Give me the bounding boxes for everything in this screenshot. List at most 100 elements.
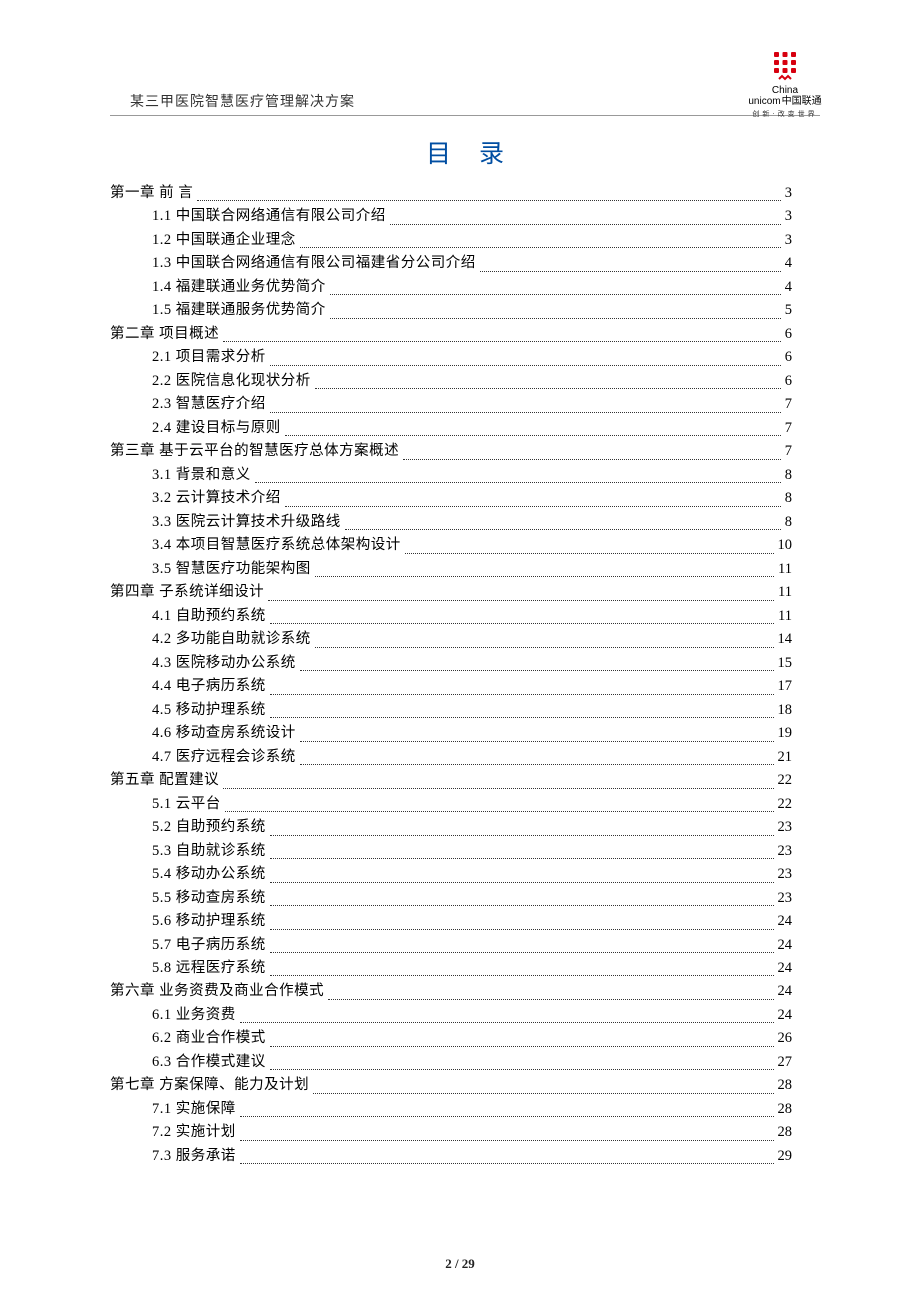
toc-entry-page: 3 xyxy=(783,229,792,252)
toc-entry[interactable]: 6.3 合作模式建议27 xyxy=(110,1051,792,1074)
toc-entry[interactable]: 5.2 自助预约系统23 xyxy=(110,816,792,839)
toc-entry[interactable]: 第五章 配置建议22 xyxy=(110,769,792,792)
toc-dot-leader xyxy=(315,558,774,577)
toc-entry-page: 28 xyxy=(776,1098,793,1121)
toc-entry[interactable]: 5.8 远程医疗系统24 xyxy=(110,957,792,980)
toc-entry[interactable]: 4.1 自助预约系统11 xyxy=(110,605,792,628)
toc-entry-page: 23 xyxy=(776,840,793,863)
toc-entry-label: 6.1 业务资费 xyxy=(152,1004,238,1027)
toc-entry-label: 4.3 医院移动办公系统 xyxy=(152,652,298,675)
toc-entry[interactable]: 5.3 自助就诊系统 23 xyxy=(110,840,792,863)
toc-dot-leader xyxy=(390,205,781,224)
toc-entry[interactable]: 4.6 移动查房系统设计19 xyxy=(110,722,792,745)
toc-entry[interactable]: 2.2 医院信息化现状分析6 xyxy=(110,370,792,393)
toc-entry[interactable]: 第四章 子系统详细设计11 xyxy=(110,581,792,604)
toc-entry-label: 第一章 前 言 xyxy=(110,182,195,205)
toc-entry-label: 2.3 智慧医疗介绍 xyxy=(152,393,268,416)
toc-entry[interactable]: 3.4 本项目智慧医疗系统总体架构设计10 xyxy=(110,534,792,557)
toc-entry[interactable]: 7.1 实施保障28 xyxy=(110,1098,792,1121)
toc-entry-page: 7 xyxy=(783,393,792,416)
toc-entry[interactable]: 1.3 中国联合网络通信有限公司福建省分公司介绍 4 xyxy=(110,252,792,275)
toc-entry-label: 3.3 医院云计算技术升级路线 xyxy=(152,511,343,534)
toc-entry-page: 10 xyxy=(776,534,793,557)
toc-entry-page: 7 xyxy=(783,440,792,463)
toc-dot-leader xyxy=(270,346,781,365)
toc-dot-leader xyxy=(328,980,773,999)
toc-entry[interactable]: 7.3 服务承诺29 xyxy=(110,1145,792,1168)
toc-entry-page: 4 xyxy=(783,252,792,275)
toc-entry-label: 5.3 自助就诊系统 xyxy=(152,840,268,863)
toc-entry-label: 3.2 云计算技术介绍 xyxy=(152,487,283,510)
toc-entry-page: 3 xyxy=(783,205,792,228)
toc-dot-leader xyxy=(223,769,773,788)
toc-entry[interactable]: 5.7 电子病历系统24 xyxy=(110,934,792,957)
toc-dot-leader xyxy=(270,957,774,976)
toc-entry-page: 4 xyxy=(783,276,792,299)
toc-dot-leader xyxy=(345,511,781,530)
toc-entry-label: 第六章 业务资费及商业合作模式 xyxy=(110,980,326,1003)
toc-entry-page: 15 xyxy=(776,652,793,675)
toc-entry[interactable]: 1.1 中国联合网络通信有限公司介绍 3 xyxy=(110,205,792,228)
toc-entry-page: 11 xyxy=(776,605,792,628)
toc-entry[interactable]: 6.2 商业合作模式26 xyxy=(110,1027,792,1050)
toc-dot-leader xyxy=(315,628,774,647)
toc-entry[interactable]: 1.4 福建联通业务优势简介 4 xyxy=(110,276,792,299)
toc-entry-page: 22 xyxy=(776,793,793,816)
toc-entry-page: 24 xyxy=(776,980,793,1003)
toc-entry-label: 2.1 项目需求分析 xyxy=(152,346,268,369)
toc-entry[interactable]: 4.7 医疗远程会诊系统21 xyxy=(110,746,792,769)
toc-entry[interactable]: 3.2 云计算技术介绍8 xyxy=(110,487,792,510)
toc-entry[interactable]: 3.5 智慧医疗功能架构图11 xyxy=(110,558,792,581)
toc-dot-leader xyxy=(270,605,774,624)
toc-entry[interactable]: 5.1 云平台22 xyxy=(110,793,792,816)
toc-entry-label: 4.5 移动护理系统 xyxy=(152,699,268,722)
toc-entry[interactable]: 2.1 项目需求分析6 xyxy=(110,346,792,369)
toc-entry-label: 1.4 福建联通业务优势简介 xyxy=(152,276,328,299)
toc-entry[interactable]: 4.2 多功能自助就诊系统14 xyxy=(110,628,792,651)
toc-entry[interactable]: 4.4 电子病历系统17 xyxy=(110,675,792,698)
toc-dot-leader xyxy=(405,534,774,553)
toc-entry[interactable]: 5.5 移动查房系统23 xyxy=(110,887,792,910)
toc-entry[interactable]: 2.3 智慧医疗介绍 7 xyxy=(110,393,792,416)
toc-entry[interactable]: 7.2 实施计划28 xyxy=(110,1121,792,1144)
toc-entry[interactable]: 4.3 医院移动办公系统 15 xyxy=(110,652,792,675)
toc-entry-label: 1.1 中国联合网络通信有限公司介绍 xyxy=(152,205,388,228)
toc-heading: 目录 xyxy=(138,134,820,170)
table-of-contents: 第一章 前 言31.1 中国联合网络通信有限公司介绍31.2 中国联通企业理念3… xyxy=(110,182,820,1168)
toc-entry[interactable]: 5.6 移动护理系统24 xyxy=(110,910,792,933)
toc-entry[interactable]: 第一章 前 言3 xyxy=(110,182,792,205)
toc-entry-page: 24 xyxy=(776,1004,793,1027)
toc-entry[interactable]: 第二章 项目概述6 xyxy=(110,323,792,346)
toc-entry[interactable]: 2.4 建设目标与原则7 xyxy=(110,417,792,440)
toc-entry[interactable]: 1.5 福建联通服务优势简介5 xyxy=(110,299,792,322)
toc-entry-label: 1.2 中国联通企业理念 xyxy=(152,229,298,252)
toc-dot-leader xyxy=(300,652,774,671)
toc-entry-page: 11 xyxy=(776,558,792,581)
toc-entry[interactable]: 第三章 基于云平台的智慧医疗总体方案概述 7 xyxy=(110,440,792,463)
toc-dot-leader xyxy=(285,417,781,436)
toc-dot-leader xyxy=(300,746,774,765)
toc-entry[interactable]: 第七章 方案保障、能力及计划28 xyxy=(110,1074,792,1097)
toc-entry-label: 2.4 建设目标与原则 xyxy=(152,417,283,440)
toc-entry-label: 1.3 中国联合网络通信有限公司福建省分公司介绍 xyxy=(152,252,478,275)
toc-dot-leader xyxy=(270,887,774,906)
toc-entry-label: 1.5 福建联通服务优势简介 xyxy=(152,299,328,322)
toc-entry[interactable]: 1.2 中国联通企业理念 3 xyxy=(110,229,792,252)
toc-entry-page: 24 xyxy=(776,934,793,957)
toc-entry-label: 第四章 子系统详细设计 xyxy=(110,581,266,604)
toc-entry[interactable]: 5.4 移动办公系统23 xyxy=(110,863,792,886)
toc-entry[interactable]: 第六章 业务资费及商业合作模式 24 xyxy=(110,980,792,1003)
toc-entry[interactable]: 6.1 业务资费 24 xyxy=(110,1004,792,1027)
toc-entry-page: 27 xyxy=(776,1051,793,1074)
toc-entry[interactable]: 4.5 移动护理系统18 xyxy=(110,699,792,722)
toc-entry[interactable]: 3.1 背景和意义8 xyxy=(110,464,792,487)
toc-entry[interactable]: 3.3 医院云计算技术升级路线8 xyxy=(110,511,792,534)
toc-entry-page: 6 xyxy=(783,323,792,346)
toc-entry-page: 28 xyxy=(776,1121,793,1144)
toc-dot-leader xyxy=(240,1121,774,1140)
toc-dot-leader xyxy=(315,370,781,389)
toc-entry-page: 21 xyxy=(776,746,793,769)
toc-entry-page: 24 xyxy=(776,957,793,980)
toc-entry-label: 第三章 基于云平台的智慧医疗总体方案概述 xyxy=(110,440,401,463)
toc-entry-page: 23 xyxy=(776,816,793,839)
